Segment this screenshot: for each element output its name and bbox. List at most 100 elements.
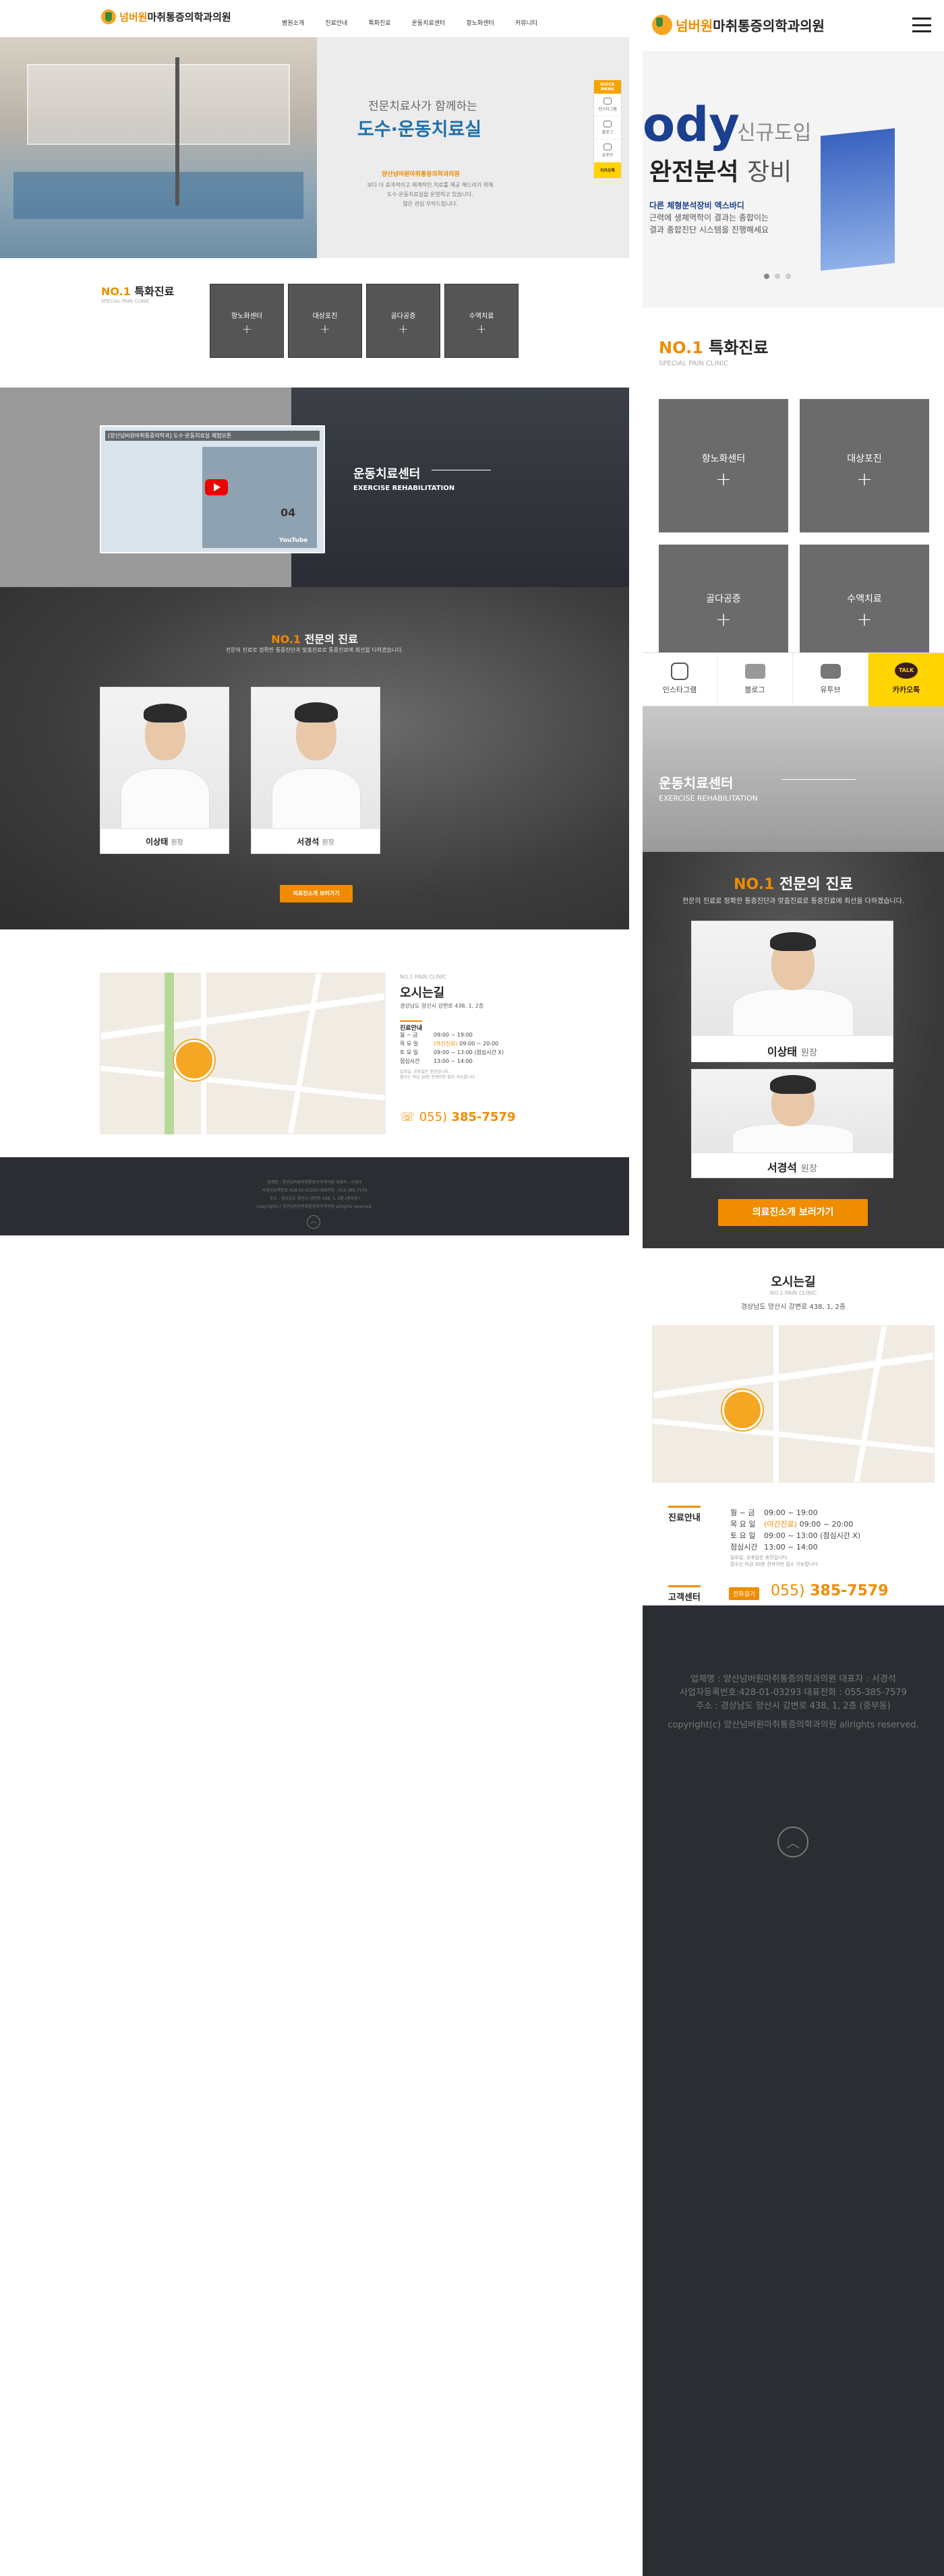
hero-section: 전문치료사가 함께하는 도수·운동치료실 양산넘버원마취통증의학과의원 보다 더… [0, 37, 629, 258]
mobile-doctors-more-button[interactable]: 의료진소개 보러가기 [718, 1199, 868, 1226]
mobile-special-card-antiaging[interactable]: 항노화센터 + [659, 399, 788, 532]
youtube-icon [820, 664, 841, 679]
youtube-icon [603, 144, 612, 150]
quick-blog[interactable]: 블로그 [594, 117, 621, 140]
mobile-banner[interactable]: ody 신규도입 완전분석 장비 다른 체형분석장비 엑스바디 근력에 생체역학… [643, 51, 944, 307]
footer-biz: 사업자등록번호:428-01-03293 대표전화 : 055-385-7579 [262, 1188, 367, 1193]
brand-name-orange: 넘버원 [119, 11, 148, 24]
mobile-doctor-card-1[interactable]: 이상태 원장 [691, 921, 893, 1062]
quick-instagram[interactable]: 인스타그램 [594, 94, 621, 117]
video-number: 04 [281, 506, 296, 519]
special-card-osteoporosis[interactable]: 골다공증 + [367, 284, 440, 357]
logo-icon [101, 9, 116, 24]
doctor-card-1[interactable]: 이상태 원장 [100, 687, 229, 854]
mobile-exercise-sub: EXERCISE REHABILITATION [659, 794, 758, 803]
banner-line-2: 근력에 생체역학이 결과는 종합이는 [649, 213, 769, 222]
mobile-doctor-card-2[interactable]: 서경석 원장 [691, 1069, 893, 1178]
mobile-location-clinic: NO.1 PAIN CLINIC [769, 1290, 817, 1296]
doctors-section: NO.1 전문의 진료 전문의 진료로 정확한 통증진단과 맞춤진료로 통증진료… [0, 587, 629, 929]
special-card-iv-therapy[interactable]: 수액치료 + [445, 284, 518, 357]
brand-name-dark: 마취통증의학과의원 [147, 11, 231, 24]
doctors-more-button[interactable]: 의료진소개 보러가기 [280, 885, 353, 902]
youtube-logo: YouTube [279, 537, 308, 544]
main-nav: 병원소개 진료안내 특화진료 운동치료센터 항노화센터 커뮤니티 [264, 15, 537, 28]
desktop-footer: 업체명 : 양산넘버원마취통증의학과의원 대표자 : 서경석 사업자등록번호:4… [0, 1157, 629, 1235]
mobile-footer-copy: copyright(c) 양산넘버원마취통증의학과의원 allrights re… [668, 1720, 919, 1730]
location-address: 경상남도 양산시 강변로 438, 1, 2층 [400, 1003, 484, 1009]
nav-item-community[interactable]: 커뮤니티 [515, 18, 537, 27]
hero-line-1: 보다 더 효과적이고 체계적인 치료를 제공 해드리기 위해 [367, 182, 494, 188]
mobile-phone-number[interactable]: 055) 385-7579 [771, 1583, 889, 1599]
mobile-location-title: 오시는길 [771, 1275, 816, 1289]
hero-org: 양산넘버원마취통증의학과의원 [382, 171, 460, 178]
mobile-hours-title: 진료안내 [668, 1506, 701, 1523]
hero-subtitle: 전문치료사가 함께하는 [368, 100, 477, 113]
mobile-footer-biz: 사업자등록번호:428-01-03293 대표전화 : 055-385-7579 [680, 1688, 907, 1698]
mobile-special-section: NO.1 특화진료 SPECIAL PAIN CLINIC 항노화센터 + 대상포… [643, 307, 944, 658]
mobile-special-card-iv-therapy[interactable]: 수액치료 + [800, 545, 929, 658]
mobile-location-address: 경상남도 양산시 강변로 438, 1, 2층 [740, 1304, 846, 1311]
hours-row: 점심시간 13:00 ~ 14:00 [400, 1058, 473, 1064]
doctors-desc: 전문의 진료로 정확한 통증진단과 맞춤진료로 통증진료에 최선을 다하겠습니다… [225, 647, 404, 653]
mobile-special-card-shingles[interactable]: 대상포진 + [800, 399, 929, 532]
mobile-brand-logo[interactable]: 넘버원마취통증의학과의원 [652, 15, 825, 35]
special-title: NO.1 특화진료 [101, 285, 175, 298]
mobile-special-card-osteoporosis[interactable]: 골다공증 + [659, 545, 788, 658]
mobile-hours-note-2: 접수는 마감 30분 전까지만 접수 가능합니다. [730, 1562, 819, 1567]
kakaotalk-icon: TALK [895, 663, 918, 679]
doctor-card-2[interactable]: 서경석 원장 [251, 687, 380, 854]
quick-kakaotalk[interactable]: 카카오톡 [594, 162, 621, 178]
special-no1: NO.1 [101, 285, 131, 298]
logo-icon [652, 15, 672, 35]
scroll-top-button[interactable]: ︿ [307, 1215, 320, 1229]
banner-line-3: 결과 종합진단 시스템을 진행해세요 [649, 225, 769, 235]
nav-item-exercise[interactable]: 운동치료센터 [412, 18, 446, 27]
quick-menu: QUICK MENU 인스타그램 블로그 유투브 카카오톡 [593, 80, 622, 179]
mobile-header: 넘버원마취통증의학과의원 [643, 0, 944, 51]
mobile-quick-instagram[interactable]: 인스타그램 [643, 653, 717, 707]
location-map[interactable] [100, 973, 386, 1134]
blog-icon [603, 121, 612, 127]
mobile-quick-kakaotalk[interactable]: TALK 카카오톡 [868, 653, 944, 707]
quick-youtube[interactable]: 유투브 [594, 140, 621, 162]
special-card-antiaging[interactable]: 항노화센터 + [210, 284, 283, 357]
hours-row: 월 ~ 금 09:00 ~ 19:00 [400, 1032, 473, 1038]
quick-menu-header: QUICK MENU [594, 80, 621, 94]
nav-item-special[interactable]: 특화진료 [368, 18, 390, 27]
mobile-quick-blog[interactable]: 블로그 [717, 653, 793, 707]
brand-logo[interactable]: 넘버원마취통증의학과의원 [101, 9, 231, 24]
phone-number[interactable]: ☏ 055) 385-7579 [400, 1110, 516, 1124]
special-card-shingles[interactable]: 대상포진 + [289, 284, 361, 357]
banner-device [821, 128, 895, 271]
mobile-location-section: 오시는길 NO.1 PAIN CLINIC 경상남도 양산시 강변로 438, … [643, 1248, 944, 1605]
banner-brand: ody [643, 97, 740, 152]
nav-item-guide[interactable]: 진료안내 [325, 18, 347, 27]
nav-item-antiaging[interactable]: 항노화센터 [466, 18, 494, 27]
mobile-call-title: 고객센터 [668, 1585, 701, 1603]
banner-tag: 신규도입 [737, 121, 812, 145]
mobile-scroll-top-button[interactable]: ︿ [777, 1827, 808, 1858]
footer-addr: 주소 : 경상남도 양산시 강변로 438, 1, 2층 (중부동) [269, 1196, 360, 1201]
mobile-quick-youtube[interactable]: 유투브 [793, 653, 868, 707]
mobile-location-map[interactable] [652, 1325, 935, 1483]
gutter [629, 0, 643, 2576]
mobile-exercise-section[interactable]: 운동치료센터 EXERCISE REHABILITATION [643, 706, 944, 852]
exercise-section: [양산넘버원마취통증의학과] 도수·운동치료실 체험모존 04 YouTube … [0, 388, 629, 587]
play-button-icon[interactable] [205, 479, 228, 495]
special-subtitle: SPECIAL PAIN CLINIC [101, 299, 150, 304]
mobile-doctors-section: NO.1 전문의 진료 전문의 진료로 정확한 통증진단과 맞춤진료로 통증진료… [643, 852, 944, 1248]
mobile-footer: 업체명 : 양산넘버원마취통증의학과의원 대표자 : 서경석 사업자등록번호:4… [643, 1605, 944, 2576]
mobile-doctors-desc: 전문의 진료로 정확한 통증진단과 맞춤진료로 통증진료에 최선을 다하겠습니다… [682, 898, 905, 905]
hero-title: 도수·운동치료실 [357, 119, 482, 140]
mobile-special-sub: SPECIAL PAIN CLINIC [659, 360, 728, 367]
mobile-call-button[interactable]: 전화걸기 [729, 1587, 760, 1600]
hours-note-2: 접수는 마감 30분 전까지만 접수 가능합니다. [400, 1075, 476, 1080]
nav-item-about[interactable]: 병원소개 [282, 18, 304, 27]
location-clinic: NO.1 PAIN CLINIC [400, 974, 447, 980]
location-pin-icon [174, 1040, 214, 1080]
doctor-name-2: 서경석 [297, 837, 320, 847]
doctors-no1: NO.1 [271, 633, 301, 646]
hamburger-menu-icon[interactable] [912, 18, 931, 32]
video-thumbnail[interactable]: [양산넘버원마취통증의학과] 도수·운동치료실 체험모존 04 YouTube [100, 425, 325, 553]
blog-icon [744, 664, 765, 679]
